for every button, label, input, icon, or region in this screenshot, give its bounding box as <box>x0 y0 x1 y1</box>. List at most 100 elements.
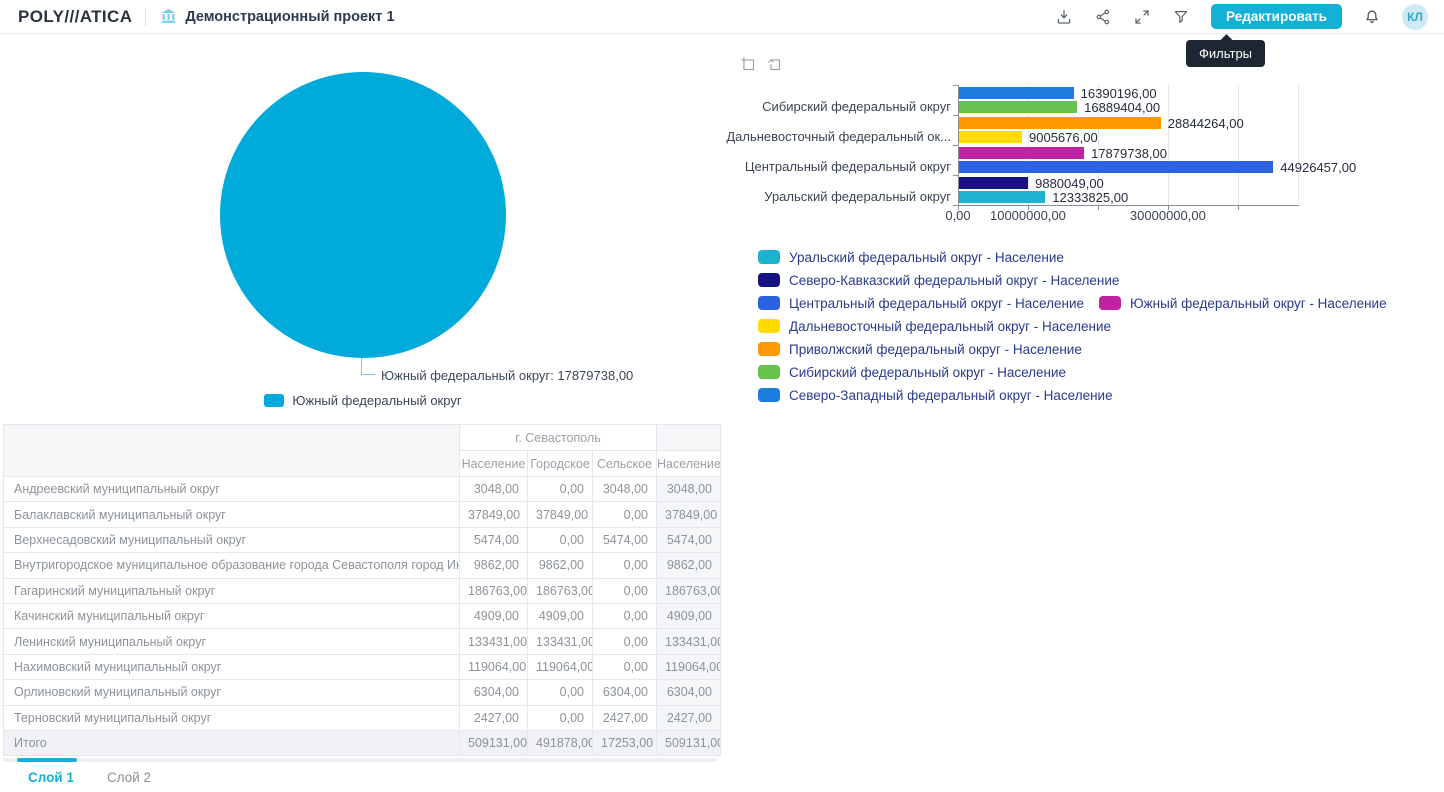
filter-icon[interactable] <box>1172 8 1190 26</box>
crop-selection-icon[interactable] <box>739 55 756 72</box>
legend-item[interactable]: Центральный федеральный округ - Населени… <box>758 296 1084 311</box>
legend-item[interactable]: Сибирский федеральный округ - Население <box>758 365 1066 380</box>
bar[interactable] <box>959 191 1045 203</box>
value-cell[interactable]: 0,00 <box>593 603 657 628</box>
horizontal-scrollbar-track[interactable] <box>3 758 717 762</box>
legend-row: Северо-Кавказский федеральный округ - На… <box>758 273 1387 287</box>
row-label[interactable]: Терновский муниципальный округ <box>4 705 460 730</box>
value-cell[interactable]: 37849,00 <box>460 502 528 527</box>
row-label[interactable]: Гагаринский муниципальный округ <box>4 578 460 603</box>
row-label[interactable]: Итого <box>4 730 460 755</box>
value-cell[interactable]: 3048,00 <box>593 477 657 502</box>
value-cell[interactable]: 5474,00 <box>460 527 528 552</box>
legend-item[interactable]: Дальневосточный федеральный округ - Насе… <box>758 319 1111 334</box>
legend-row: Сибирский федеральный округ - Население <box>758 365 1387 379</box>
value-cell[interactable]: 0,00 <box>593 629 657 654</box>
column-header: Население <box>460 451 528 477</box>
avatar[interactable]: КЛ <box>1402 4 1428 30</box>
value-cell[interactable]: 4909,00 <box>460 603 528 628</box>
value-cell[interactable]: 9862,00 <box>460 553 528 578</box>
share-icon[interactable] <box>1094 8 1112 26</box>
bar[interactable] <box>959 147 1084 159</box>
bar[interactable] <box>959 101 1077 113</box>
download-icon[interactable] <box>1055 8 1073 26</box>
legend-item[interactable]: Северо-Западный федеральный округ - Насе… <box>758 388 1113 403</box>
value-cell[interactable]: 3048,00 <box>657 477 721 502</box>
value-cell[interactable]: 0,00 <box>528 477 593 502</box>
table-row: Андреевский муниципальный округ3048,000,… <box>4 477 721 502</box>
value-cell[interactable]: 0,00 <box>593 553 657 578</box>
value-cell[interactable]: 37849,00 <box>528 502 593 527</box>
value-cell[interactable]: 9862,00 <box>657 553 721 578</box>
table-corner-cell <box>657 425 721 451</box>
bar[interactable] <box>959 87 1074 99</box>
horizontal-scrollbar-thumb[interactable] <box>17 758 77 762</box>
y-axis-tick <box>953 85 958 86</box>
value-cell[interactable]: 186763,00 <box>528 578 593 603</box>
bar[interactable] <box>959 161 1273 173</box>
value-cell[interactable]: 2427,00 <box>593 705 657 730</box>
value-cell[interactable]: 133431,00 <box>528 629 593 654</box>
legend-item[interactable]: Северо-Кавказский федеральный округ - На… <box>758 273 1119 288</box>
value-cell[interactable]: 0,00 <box>528 527 593 552</box>
fullscreen-icon[interactable] <box>1133 8 1151 26</box>
y-axis-line <box>958 85 959 206</box>
legend-item[interactable]: Уральский федеральный округ - Население <box>758 250 1064 265</box>
legend-item[interactable]: Приволжский федеральный округ - Населени… <box>758 342 1082 357</box>
row-label[interactable]: Андреевский муниципальный округ <box>4 477 460 502</box>
value-cell[interactable]: 4909,00 <box>528 603 593 628</box>
bar[interactable] <box>959 177 1028 189</box>
legend-item[interactable]: Южный федеральный округ - Население <box>1099 296 1387 311</box>
bar[interactable] <box>959 131 1022 143</box>
value-cell[interactable]: 491878,00 <box>528 730 593 755</box>
value-cell[interactable]: 509131,00 <box>460 730 528 755</box>
value-cell[interactable]: 37849,00 <box>657 502 721 527</box>
layer-tab[interactable]: Слой 2 <box>107 770 151 785</box>
value-cell[interactable]: 186763,00 <box>657 578 721 603</box>
value-cell[interactable]: 2427,00 <box>657 705 721 730</box>
value-cell[interactable]: 6304,00 <box>460 680 528 705</box>
row-label[interactable]: Балаклавский муниципальный округ <box>4 502 460 527</box>
bar-category-label: Уральский федеральный округ <box>764 190 951 204</box>
edit-button[interactable]: Редактировать <box>1211 4 1342 29</box>
value-cell[interactable]: 119064,00 <box>657 654 721 679</box>
value-cell[interactable]: 9862,00 <box>528 553 593 578</box>
column-header: Население <box>657 451 721 477</box>
reset-selection-icon[interactable] <box>765 55 782 72</box>
value-cell[interactable]: 4909,00 <box>657 603 721 628</box>
value-cell[interactable]: 0,00 <box>528 680 593 705</box>
value-cell[interactable]: 2427,00 <box>460 705 528 730</box>
value-cell[interactable]: 133431,00 <box>657 629 721 654</box>
value-cell[interactable]: 17253,00 <box>593 730 657 755</box>
value-cell[interactable]: 0,00 <box>593 578 657 603</box>
bell-icon[interactable] <box>1363 8 1381 26</box>
bar-value-label: 28844264,00 <box>1168 117 1244 129</box>
value-cell[interactable]: 0,00 <box>593 654 657 679</box>
row-label[interactable]: Нахимовский муниципальный округ <box>4 654 460 679</box>
row-label[interactable]: Верхнесадовский муниципальный округ <box>4 527 460 552</box>
value-cell[interactable]: 119064,00 <box>460 654 528 679</box>
value-cell[interactable]: 509131,00 <box>657 730 721 755</box>
pie-legend-item[interactable]: Южный федеральный округ <box>0 393 726 408</box>
row-label[interactable]: Орлиновский муниципальный округ <box>4 680 460 705</box>
row-label[interactable]: Качинский муниципальный округ <box>4 603 460 628</box>
value-cell[interactable]: 133431,00 <box>460 629 528 654</box>
value-cell[interactable]: 186763,00 <box>460 578 528 603</box>
row-label[interactable]: Ленинский муниципальный округ <box>4 629 460 654</box>
bar[interactable] <box>959 117 1161 129</box>
value-cell[interactable]: 6304,00 <box>657 680 721 705</box>
table-row: Гагаринский муниципальный округ186763,00… <box>4 578 721 603</box>
value-cell[interactable]: 5474,00 <box>593 527 657 552</box>
value-cell[interactable]: 3048,00 <box>460 477 528 502</box>
value-cell[interactable]: 5474,00 <box>657 527 721 552</box>
bar-value-label: 16390196,00 <box>1081 87 1157 99</box>
x-axis-tick-label: 30000000,00 <box>1130 208 1206 223</box>
row-label[interactable]: Внутригородское муниципальное образовани… <box>4 553 460 578</box>
value-cell[interactable]: 6304,00 <box>593 680 657 705</box>
legend-row: Северо-Западный федеральный округ - Насе… <box>758 388 1387 402</box>
value-cell[interactable]: 119064,00 <box>528 654 593 679</box>
value-cell[interactable]: 0,00 <box>593 502 657 527</box>
pie-slice-yuzhny[interactable] <box>220 72 506 358</box>
layer-tab[interactable]: Слой 1 <box>28 770 74 785</box>
value-cell[interactable]: 0,00 <box>528 705 593 730</box>
